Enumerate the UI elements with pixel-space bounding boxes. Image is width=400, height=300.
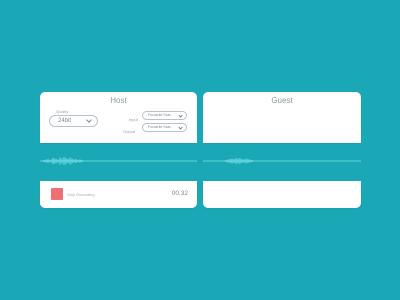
- quality-label: Quality: [56, 109, 69, 114]
- quality-value: 24bit: [58, 118, 72, 124]
- stop-recording-button[interactable]: [51, 188, 63, 200]
- stop-recording-label[interactable]: Stop Recording: [67, 192, 95, 197]
- input-label: Input: [129, 117, 138, 122]
- host-title: Host: [110, 96, 127, 105]
- recording-screen: Host Quality 24bit Input Focusrite Scar.…: [0, 0, 400, 300]
- quality-select[interactable]: 24bit: [49, 115, 98, 127]
- input-device-select[interactable]: Focusrite Scar...: [142, 111, 187, 120]
- input-device-value: Focusrite Scar...: [148, 113, 174, 117]
- output-device-value: Focusrite Scar...: [148, 125, 174, 129]
- recording-timer: 00:32: [171, 190, 188, 197]
- host-recording-bar: Stop Recording 00:32: [40, 181, 197, 208]
- chevron-down-icon: [178, 112, 183, 118]
- host-settings-panel: Host Quality 24bit Input Focusrite Scar.…: [40, 92, 197, 143]
- output-label: Output: [123, 129, 136, 134]
- output-device-select[interactable]: Focusrite Scar...: [142, 123, 187, 132]
- chevron-down-icon: [178, 124, 183, 130]
- guest-settings-panel: Guest: [203, 92, 361, 143]
- guest-recording-bar: [203, 181, 361, 208]
- chevron-down-icon: [86, 117, 92, 123]
- guest-title: Guest: [271, 96, 293, 105]
- waveform-strip: [40, 157, 361, 165]
